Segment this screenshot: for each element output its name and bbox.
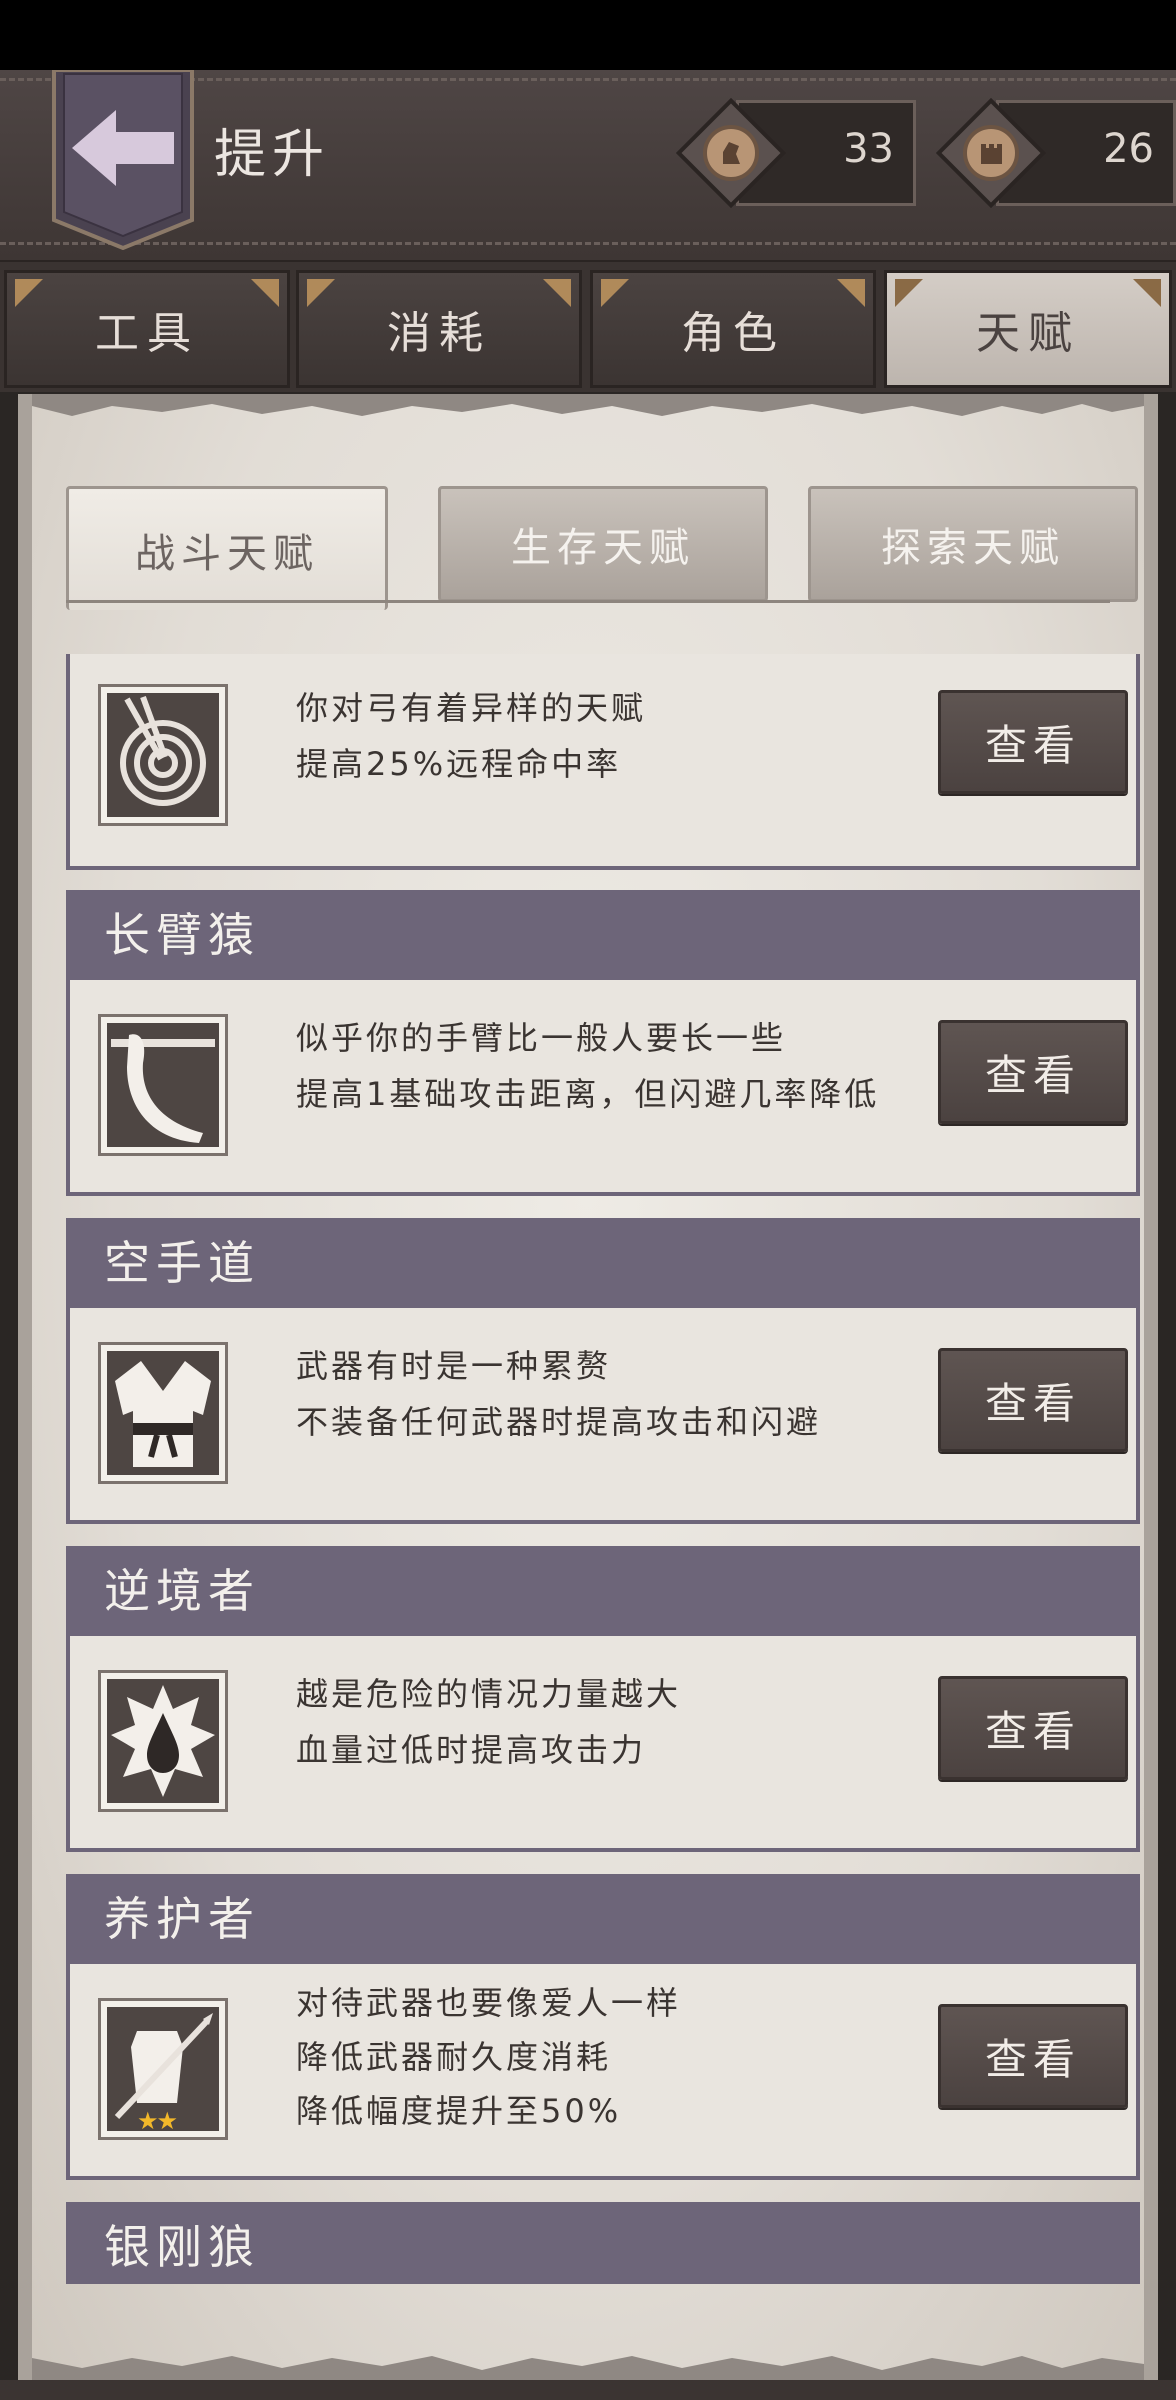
view-button-label: 查看: [984, 1706, 1081, 1756]
talent-desc-line: 提高25%远程命中率: [296, 745, 622, 783]
talent-name: 银刚狼: [66, 2202, 1140, 2284]
talent-item: 长臂猿 似乎你的手臂比一般人要长一些 提高1基础攻击距离，但闪避几率降低 查看: [66, 890, 1140, 1200]
talent-name: 养护者: [66, 1874, 1140, 1964]
back-button[interactable]: [50, 70, 196, 250]
talent-icon-frame: [98, 1670, 228, 1812]
tab-label: 角色: [681, 308, 785, 359]
talent-item: 养护者 ★★ 对待武器也要像爱人一样 降低武器耐久度消耗 降低幅度提升至50%: [66, 1874, 1140, 2184]
talent-desc-line: 提高1基础攻击距离，但闪避几率降低: [296, 1075, 880, 1113]
view-button[interactable]: 查看: [938, 1020, 1128, 1124]
talent-description: 武器有时是一种累赘 不装备任何武器时提高攻击和闪避: [296, 1338, 821, 1450]
view-button-label: 查看: [984, 1378, 1081, 1428]
talent-desc-line: 不装备任何武器时提高攻击和闪避: [296, 1403, 822, 1441]
paper-torn-edge: [32, 394, 1144, 416]
tab-tools[interactable]: 工具: [4, 270, 290, 388]
talent-description: 你对弓有着异样的天赋 提高25%远程命中率: [296, 680, 646, 792]
talent-name: 空手道: [66, 1218, 1140, 1308]
corner-ornament-icon: [307, 279, 335, 307]
blood-drop-icon: [107, 1679, 219, 1803]
resource-value-1: 33: [843, 126, 894, 172]
corner-ornament-icon: [601, 279, 629, 307]
talent-desc-line: 越是危险的情况力量越大: [296, 1675, 682, 1713]
talent-icon-frame: [98, 1342, 228, 1484]
resource-value-2: 26: [1103, 126, 1154, 172]
coin-knight-icon: [676, 98, 786, 208]
karate-gi-icon: [107, 1351, 219, 1475]
main-tab-bar: 工具 消耗 角色 天赋: [0, 262, 1176, 392]
talent-item: 你对弓有着异样的天赋 提高25%远程命中率 查看: [66, 654, 1140, 874]
paper-torn-edge: [32, 2356, 1144, 2380]
talent-desc-line: 对待武器也要像爱人一样: [296, 1984, 682, 2022]
view-button-label: 查看: [984, 720, 1081, 770]
talent-description: 似乎你的手臂比一般人要长一些 提高1基础攻击距离，但闪避几率降低: [296, 1010, 879, 1122]
subtab-label: 生存天赋: [511, 525, 695, 571]
tab-label: 天赋: [976, 308, 1080, 359]
talent-description: 对待武器也要像爱人一样 降低武器耐久度消耗 降低幅度提升至50%: [296, 1976, 681, 2138]
tab-character[interactable]: 角色: [590, 270, 876, 388]
view-button[interactable]: 查看: [938, 2004, 1128, 2108]
tab-label: 工具: [95, 308, 199, 359]
talent-item: 逆境者 越是危险的情况力量越大 血量过低时提高攻击力 查看: [66, 1546, 1140, 1856]
subtab-combat-talent[interactable]: 战斗天赋: [66, 486, 388, 610]
star-rating: ★★: [137, 2107, 178, 2135]
view-button-label: 查看: [984, 2034, 1081, 2084]
talent-desc-line: 你对弓有着异样的天赋: [296, 689, 647, 727]
talent-name: 逆境者: [66, 1546, 1140, 1636]
talent-icon-frame: [98, 684, 228, 826]
talent-icon-frame: ★★: [98, 1998, 228, 2140]
subtab-survival-talent[interactable]: 生存天赋: [438, 486, 768, 602]
corner-ornament-icon: [837, 279, 865, 307]
talent-desc-line: 武器有时是一种累赘: [296, 1347, 612, 1385]
tab-label: 消耗: [387, 308, 491, 359]
tab-talent[interactable]: 天赋: [884, 270, 1172, 388]
view-button[interactable]: 查看: [938, 1348, 1128, 1452]
talent-desc-line: 似乎你的手臂比一般人要长一些: [296, 1019, 787, 1057]
view-button[interactable]: 查看: [938, 690, 1128, 794]
subtab-label: 战斗天赋: [135, 530, 319, 577]
tab-consumables[interactable]: 消耗: [296, 270, 582, 388]
target-arrow-icon: [107, 693, 219, 817]
talent-name: 长臂猿: [66, 890, 1140, 980]
resource-counter-2: 26: [936, 98, 1176, 208]
talent-icon-frame: [98, 1014, 228, 1156]
view-button[interactable]: 查看: [938, 1676, 1128, 1780]
talent-list[interactable]: 你对弓有着异样的天赋 提高25%远程命中率 查看 长臂猿 似乎你的手臂比一般人要…: [66, 654, 1140, 2284]
talent-desc-line: 血量过低时提高攻击力: [296, 1731, 647, 1769]
corner-ornament-icon: [15, 279, 43, 307]
subtab-explore-talent[interactable]: 探索天赋: [808, 486, 1138, 602]
talent-desc-line: 降低幅度提升至50%: [296, 2092, 622, 2130]
talent-description: 越是危险的情况力量越大 血量过低时提高攻击力: [296, 1666, 681, 1778]
bottom-strip: [0, 2380, 1176, 2400]
page-title: 提升: [214, 125, 331, 185]
corner-ornament-icon: [251, 279, 279, 307]
resource-counter-1: 33: [676, 98, 916, 208]
long-arm-icon: [107, 1023, 219, 1147]
coin-rook-icon: [936, 98, 1046, 208]
corner-ornament-icon: [1133, 279, 1161, 307]
subtab-divider: [66, 600, 1110, 603]
talent-item: 空手道 武器有时是一种累赘 不装备任何武器时提高攻击和闪避 查看: [66, 1218, 1140, 1528]
subtab-label: 探索天赋: [881, 525, 1065, 571]
talent-item: 银刚狼: [66, 2202, 1140, 2284]
view-button-label: 查看: [984, 1050, 1081, 1100]
corner-ornament-icon: [895, 279, 923, 307]
talent-desc-line: 降低武器耐久度消耗: [296, 2038, 612, 2076]
status-bar: [0, 0, 1176, 70]
corner-ornament-icon: [543, 279, 571, 307]
talent-panel: 战斗天赋 生存天赋 探索天赋 你对弓有着异样的天赋 提高25%远程命中率 查看 …: [18, 394, 1158, 2380]
